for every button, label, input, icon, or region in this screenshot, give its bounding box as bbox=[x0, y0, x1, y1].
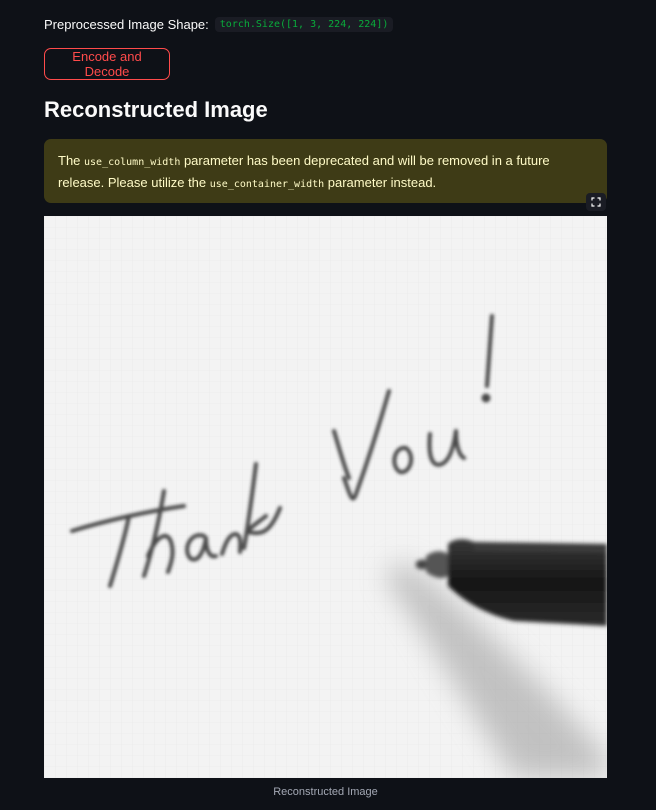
warning-text-3: parameter instead. bbox=[324, 175, 437, 190]
reconstructed-image-picture bbox=[44, 216, 607, 778]
warning-text-1: The bbox=[58, 153, 85, 168]
warning-code-1: use_column_width bbox=[84, 157, 181, 168]
deprecation-warning: The use_column_width parameter has been … bbox=[44, 139, 607, 203]
encode-decode-button[interactable]: Encode and Decode bbox=[44, 48, 170, 80]
section-title: Reconstructed Image bbox=[44, 97, 268, 122]
preprocessed-shape-label: Preprocessed Image Shape: bbox=[44, 17, 209, 32]
reconstructed-image bbox=[44, 216, 607, 778]
warning-code-2: use_container_width bbox=[209, 179, 325, 190]
preprocessed-shape-value: torch.Size([1, 3, 224, 224]) bbox=[214, 17, 394, 32]
preprocessed-shape-line: Preprocessed Image Shape: torch.Size([1,… bbox=[44, 17, 394, 32]
fullscreen-icon bbox=[591, 197, 601, 207]
image-caption: Reconstructed Image bbox=[273, 786, 378, 798]
fullscreen-button[interactable] bbox=[586, 193, 606, 211]
